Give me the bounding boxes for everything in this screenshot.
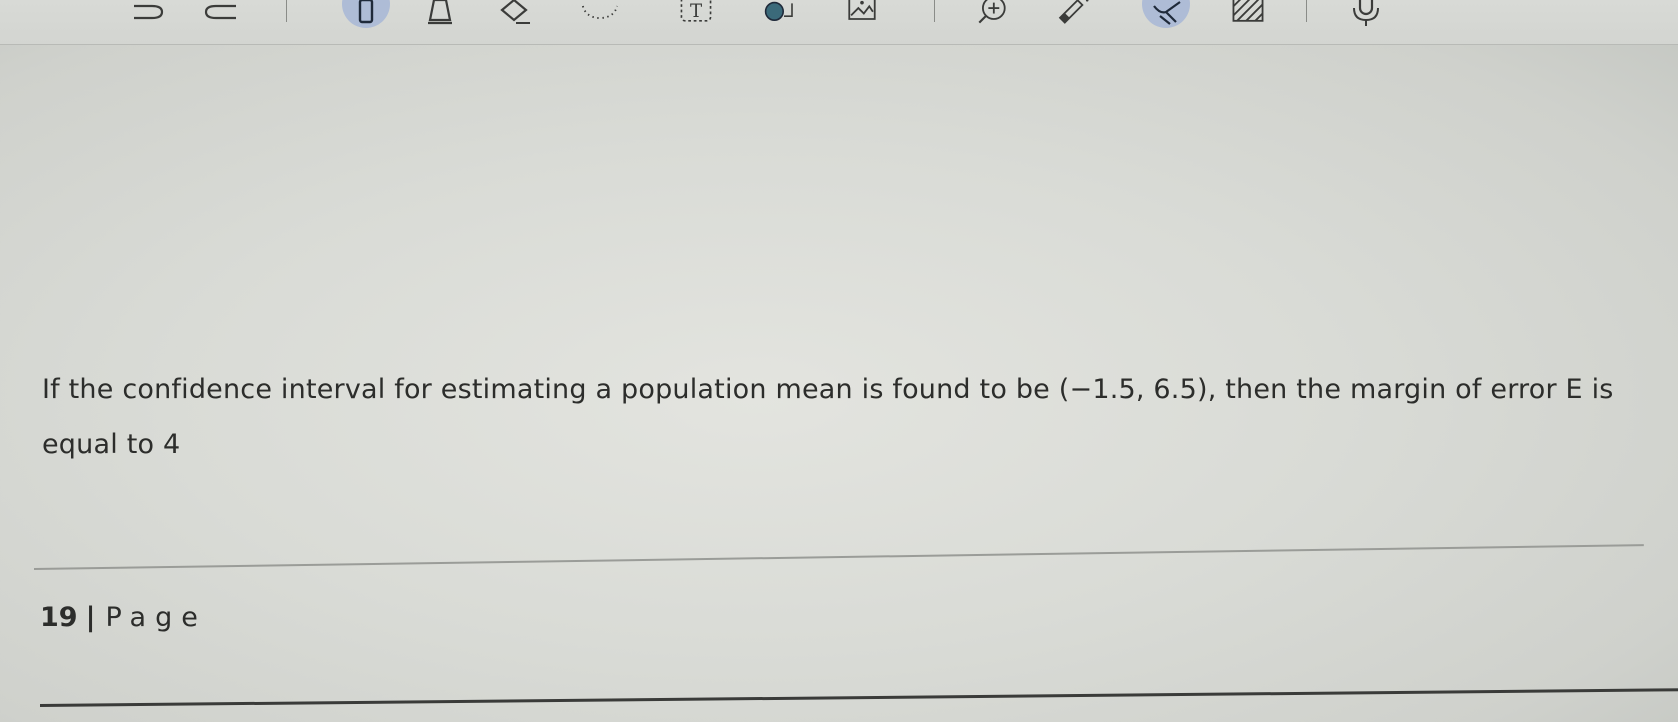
- page-number: 19: [40, 602, 78, 633]
- question-text: If the confidence interval for estimatin…: [42, 374, 1614, 460]
- toolbar-separator: [1306, 0, 1307, 22]
- pen-tool[interactable]: [342, 0, 390, 28]
- redo-icon: [204, 4, 236, 20]
- toolbar-separator: [934, 0, 935, 22]
- highlighter-icon: [428, 0, 452, 25]
- zoom-in-tool[interactable]: [972, 0, 1012, 26]
- hand-pan-tool[interactable]: [1142, 0, 1190, 28]
- insert-image-icon: [848, 0, 876, 20]
- lasso-select-icon: [581, 5, 619, 20]
- highlighter-tool[interactable]: [420, 0, 460, 26]
- eraser-icon: [500, 0, 530, 24]
- page-number-footer: 19 | Page: [40, 602, 207, 633]
- toolbar-separator: [286, 0, 287, 22]
- laser-pointer-icon: [1058, 0, 1089, 24]
- redo-button[interactable]: [200, 0, 240, 26]
- text-box-tool[interactable]: T: [676, 0, 716, 26]
- hand-pan-icon: [1153, 1, 1181, 25]
- text-tool-glyph: T: [690, 1, 702, 22]
- page-label: Page: [105, 602, 207, 633]
- microphone-button[interactable]: [1346, 0, 1386, 26]
- eraser-tool[interactable]: [494, 0, 534, 26]
- laser-pointer-tool[interactable]: [1052, 0, 1092, 26]
- shapes-icon: [764, 1, 793, 21]
- insert-image-tool[interactable]: [842, 0, 882, 26]
- page-separator: |: [85, 602, 96, 633]
- drawing-toolbar: T: [0, 0, 1678, 45]
- undo-icon: [134, 4, 164, 20]
- lasso-select-tool[interactable]: [580, 0, 620, 26]
- shapes-tool[interactable]: [760, 0, 800, 26]
- zoom-in-icon: [978, 0, 1006, 24]
- undo-button[interactable]: [128, 0, 168, 26]
- microphone-icon: [1353, 0, 1379, 26]
- pen-icon: [358, 0, 374, 24]
- footer-divider: [33, 544, 1644, 570]
- fill-pattern-tool[interactable]: [1228, 0, 1268, 26]
- text-box-icon: T: [680, 0, 712, 22]
- page-bottom-edge: [39, 688, 1678, 707]
- fill-pattern-icon: [1232, 0, 1264, 22]
